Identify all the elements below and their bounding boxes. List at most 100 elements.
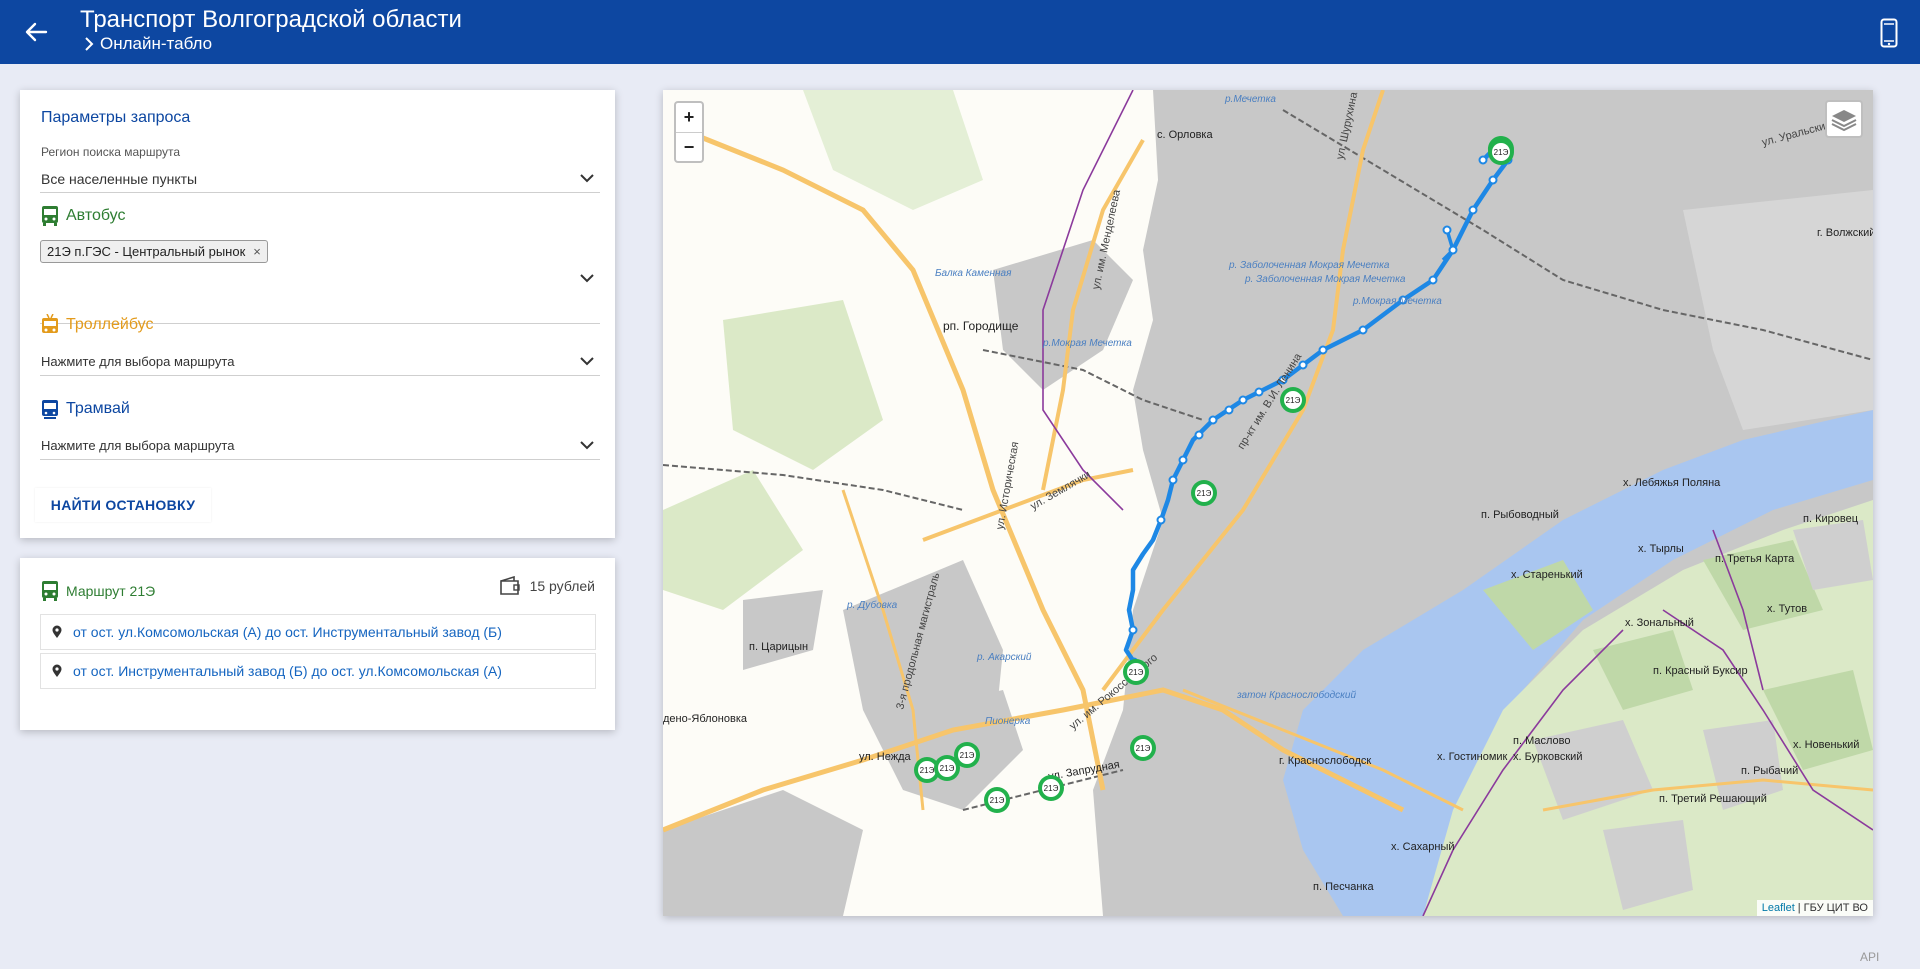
map-label: р. Заболоченная Мокрая Мечетка [1244, 273, 1406, 285]
api-link[interactable]: API [1860, 950, 1879, 964]
trolleybus-label: Троллейбус [66, 316, 154, 333]
tram-placeholder: Нажмите для выбора маршрута [41, 438, 235, 453]
mobile-phone-icon[interactable] [1880, 18, 1898, 48]
map-label: ул. Землячки [1029, 469, 1093, 513]
map-label: х. Сахарный [1391, 841, 1455, 853]
chevron-down-icon[interactable] [580, 273, 594, 283]
tram-icon [42, 400, 58, 419]
attribution-text: | ГБУ ЦИТ ВО [1797, 902, 1868, 914]
route-direction-label: от ост. ул.Комсомольская (А) до ост. Инс… [73, 624, 502, 640]
map-label: рп. Городище [943, 319, 1019, 333]
vehicle-marker-label: 21Э [1129, 668, 1144, 677]
tram-route-select[interactable]: Нажмите для выбора маршрута [40, 434, 600, 460]
vehicle-marker-label: 21Э [1286, 396, 1301, 405]
map-label: х. Тырлы [1638, 543, 1684, 555]
map-label: п. Третья Карта [1715, 553, 1795, 565]
vehicle-marker-label: 21Э [1044, 784, 1059, 793]
route-title-label: Маршрут 21Э [66, 583, 156, 599]
leaflet-link[interactable]: Leaflet [1762, 902, 1795, 914]
map-label: с. Орловка [1157, 129, 1213, 141]
route-title: Маршрут 21Э [40, 580, 155, 602]
vehicle-marker-label: 21Э [920, 766, 935, 775]
bus-section-header: Автобус [40, 205, 126, 227]
map-label: затон Краснослободский [1236, 689, 1356, 701]
map-label: х. Новенький [1793, 739, 1859, 751]
map-label: г. Краснослободск [1279, 755, 1371, 767]
map-label: п. Царицын [749, 641, 808, 653]
map-label: п. Рыбачий [1741, 765, 1798, 777]
selected-route-chip: 21Э п.ГЭС - Центральный рынок × [40, 240, 268, 263]
map-canvas[interactable]: с. Орловка рп. Городище п. Царицын дено-… [663, 90, 1873, 916]
map-label: р. Акарский [976, 652, 1032, 663]
map-label: х. Тутов [1767, 603, 1807, 615]
zoom-control: + − [674, 101, 704, 163]
map-pin-icon [52, 625, 62, 638]
map-label: п. Кировец [1803, 513, 1859, 525]
region-value: Все населенные пункты [41, 171, 198, 187]
map-label: р.Мечетка [1224, 94, 1276, 105]
map-label: г. Волжский [1817, 227, 1873, 239]
query-params-panel: Параметры запроса Регион поиска маршрута… [20, 90, 615, 538]
map-pin-icon [52, 664, 62, 677]
breadcrumb-label: Онлайн-табло [100, 34, 213, 53]
selected-route-label: 21Э п.ГЭС - Центральный рынок [47, 244, 246, 259]
bus-icon [42, 206, 58, 226]
remove-route-icon[interactable]: × [253, 244, 261, 259]
map-label: х. Зональный [1625, 617, 1694, 629]
chevron-down-icon [580, 441, 594, 450]
map-label: п. Красный Буксир [1653, 665, 1748, 677]
vehicle-marker-label: 21Э [940, 764, 955, 773]
chevron-right-icon [85, 37, 94, 51]
map-label: п. Рыбоводный [1481, 509, 1559, 521]
map-label: п. Маслово [1513, 735, 1570, 747]
chevron-down-icon [580, 357, 594, 366]
zoom-in-button[interactable]: + [676, 103, 702, 132]
map-label: р. Заболоченная Мокрая Мечетка [1228, 259, 1390, 271]
bus-icon [42, 581, 58, 601]
trolleybus-icon [42, 314, 58, 333]
map-label: п. Третий Решающий [1659, 793, 1767, 805]
route-direction-item[interactable]: от ост. ул.Комсомольская (А) до ост. Инс… [40, 614, 596, 650]
vehicle-marker-label: 21Э [960, 751, 975, 760]
breadcrumb[interactable]: Онлайн-табло [84, 34, 212, 54]
trolleybus-placeholder: Нажмите для выбора маршрута [41, 354, 235, 369]
route-direction-label: от ост. Инструментальный завод (Б) до ос… [73, 663, 502, 679]
tram-section-header: Трамвай [40, 398, 130, 420]
layers-icon [1831, 110, 1857, 132]
map-label: Пионерка [985, 716, 1031, 727]
route-direction-item[interactable]: от ост. Инструментальный завод (Б) до ос… [40, 653, 596, 689]
params-title: Параметры запроса [41, 109, 191, 126]
route-price-value: 15 рублей [529, 578, 595, 594]
map-label: дено-Яблоновка [663, 713, 748, 725]
route-panel: Маршрут 21Э 15 рублей от ост. ул.Комсомо… [20, 558, 615, 730]
map-label: ул. Нежда [859, 751, 912, 763]
back-arrow-icon[interactable] [20, 16, 52, 48]
app-title: Транспорт Волгоградской области [80, 6, 462, 33]
vehicle-marker-label: 21Э [1494, 148, 1509, 157]
vehicle-marker-label: 21Э [1197, 489, 1212, 498]
vehicle-marker-label: 21Э [990, 796, 1005, 805]
vehicle-marker-label: 21Э [1136, 744, 1151, 753]
map-label: р.Мокрая Мечетка [1042, 338, 1132, 349]
map-label: Балка Каменная [935, 268, 1012, 279]
route-price: 15 рублей [498, 576, 595, 596]
map-label: р. Дубовка [846, 599, 898, 611]
bus-label: Автобус [66, 207, 126, 224]
map-label: х. Лебяжья Поляна [1623, 477, 1721, 489]
app-header: Транспорт Волгоградской области Онлайн-т… [0, 0, 1920, 64]
trolleybus-section-header: Троллейбус [40, 314, 153, 336]
trolleybus-route-select[interactable]: Нажмите для выбора маршрута [40, 350, 600, 376]
map-label: х. Бурковский [1513, 751, 1582, 763]
tram-label: Трамвай [66, 400, 130, 417]
map-label: п. Песчанка [1313, 881, 1374, 893]
layers-button[interactable] [1825, 100, 1863, 138]
zoom-out-button[interactable]: − [676, 132, 702, 161]
map-view[interactable]: с. Орловка рп. Городище п. Царицын дено-… [663, 90, 1873, 916]
region-label: Регион поиска маршрута [41, 145, 181, 159]
region-select[interactable]: Все населенные пункты [40, 167, 600, 193]
find-stop-button[interactable]: НАЙТИ ОСТАНОВКУ [35, 488, 211, 522]
map-attribution: Leaflet | ГБУ ЦИТ ВО [1756, 900, 1873, 916]
map-label: ул. Историческая [994, 441, 1021, 531]
wallet-icon [499, 576, 520, 595]
map-label: р.Мокрая Мечетка [1352, 296, 1442, 307]
